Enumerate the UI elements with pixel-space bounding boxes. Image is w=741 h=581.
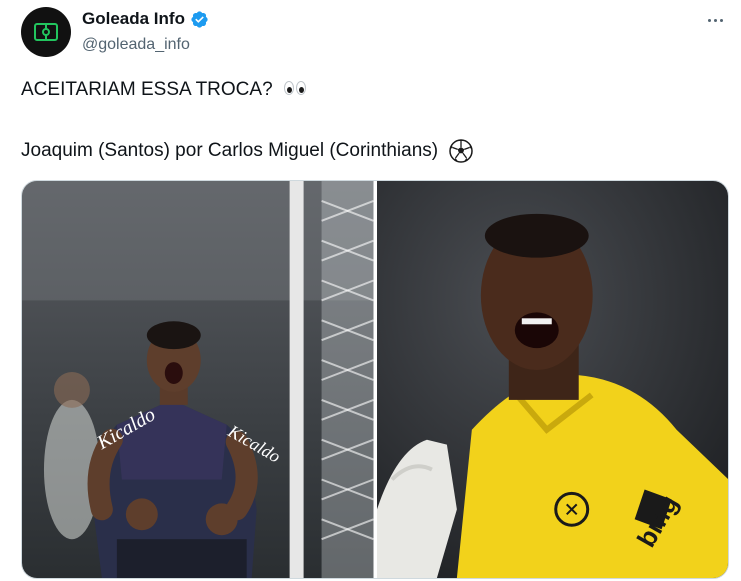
more-options-button[interactable] bbox=[701, 6, 729, 34]
photo-right[interactable]: bmg bbox=[376, 181, 728, 578]
photo-left[interactable]: Kicaldo Kicaldo bbox=[22, 181, 374, 578]
tweet-text-line-1: ACEITARIAM ESSA TROCA? bbox=[21, 78, 308, 102]
author-handle[interactable]: @goleada_info bbox=[82, 35, 190, 55]
tweet-text-line-2: Joaquim (Santos) por Carlos Miguel (Cori… bbox=[21, 139, 474, 163]
tweet-text-question: ACEITARIAM ESSA TROCA? bbox=[21, 79, 273, 101]
more-icon-dot bbox=[719, 18, 723, 22]
tweet-card: Goleada Info @goleada_info ACEITARIAM ES… bbox=[0, 0, 741, 581]
goalkeeper-shouting-image: bmg bbox=[376, 181, 728, 578]
eyes-emoji-icon bbox=[283, 78, 308, 102]
more-icon bbox=[707, 18, 711, 22]
author-name-row: Goleada Info bbox=[82, 9, 209, 29]
player-celebrating-image: Kicaldo Kicaldo bbox=[22, 181, 374, 578]
pitch-logo-icon bbox=[34, 23, 58, 41]
tweet-media-grid: Kicaldo Kicaldo bmg bbox=[21, 180, 729, 579]
display-name[interactable]: Goleada Info bbox=[82, 9, 185, 29]
more-icon-dot bbox=[713, 18, 717, 22]
verified-badge-icon bbox=[191, 10, 208, 28]
soccer-ball-icon bbox=[449, 139, 474, 163]
tweet-text-trade: Joaquim (Santos) por Carlos Miguel (Cori… bbox=[21, 140, 439, 162]
avatar[interactable] bbox=[21, 7, 71, 57]
